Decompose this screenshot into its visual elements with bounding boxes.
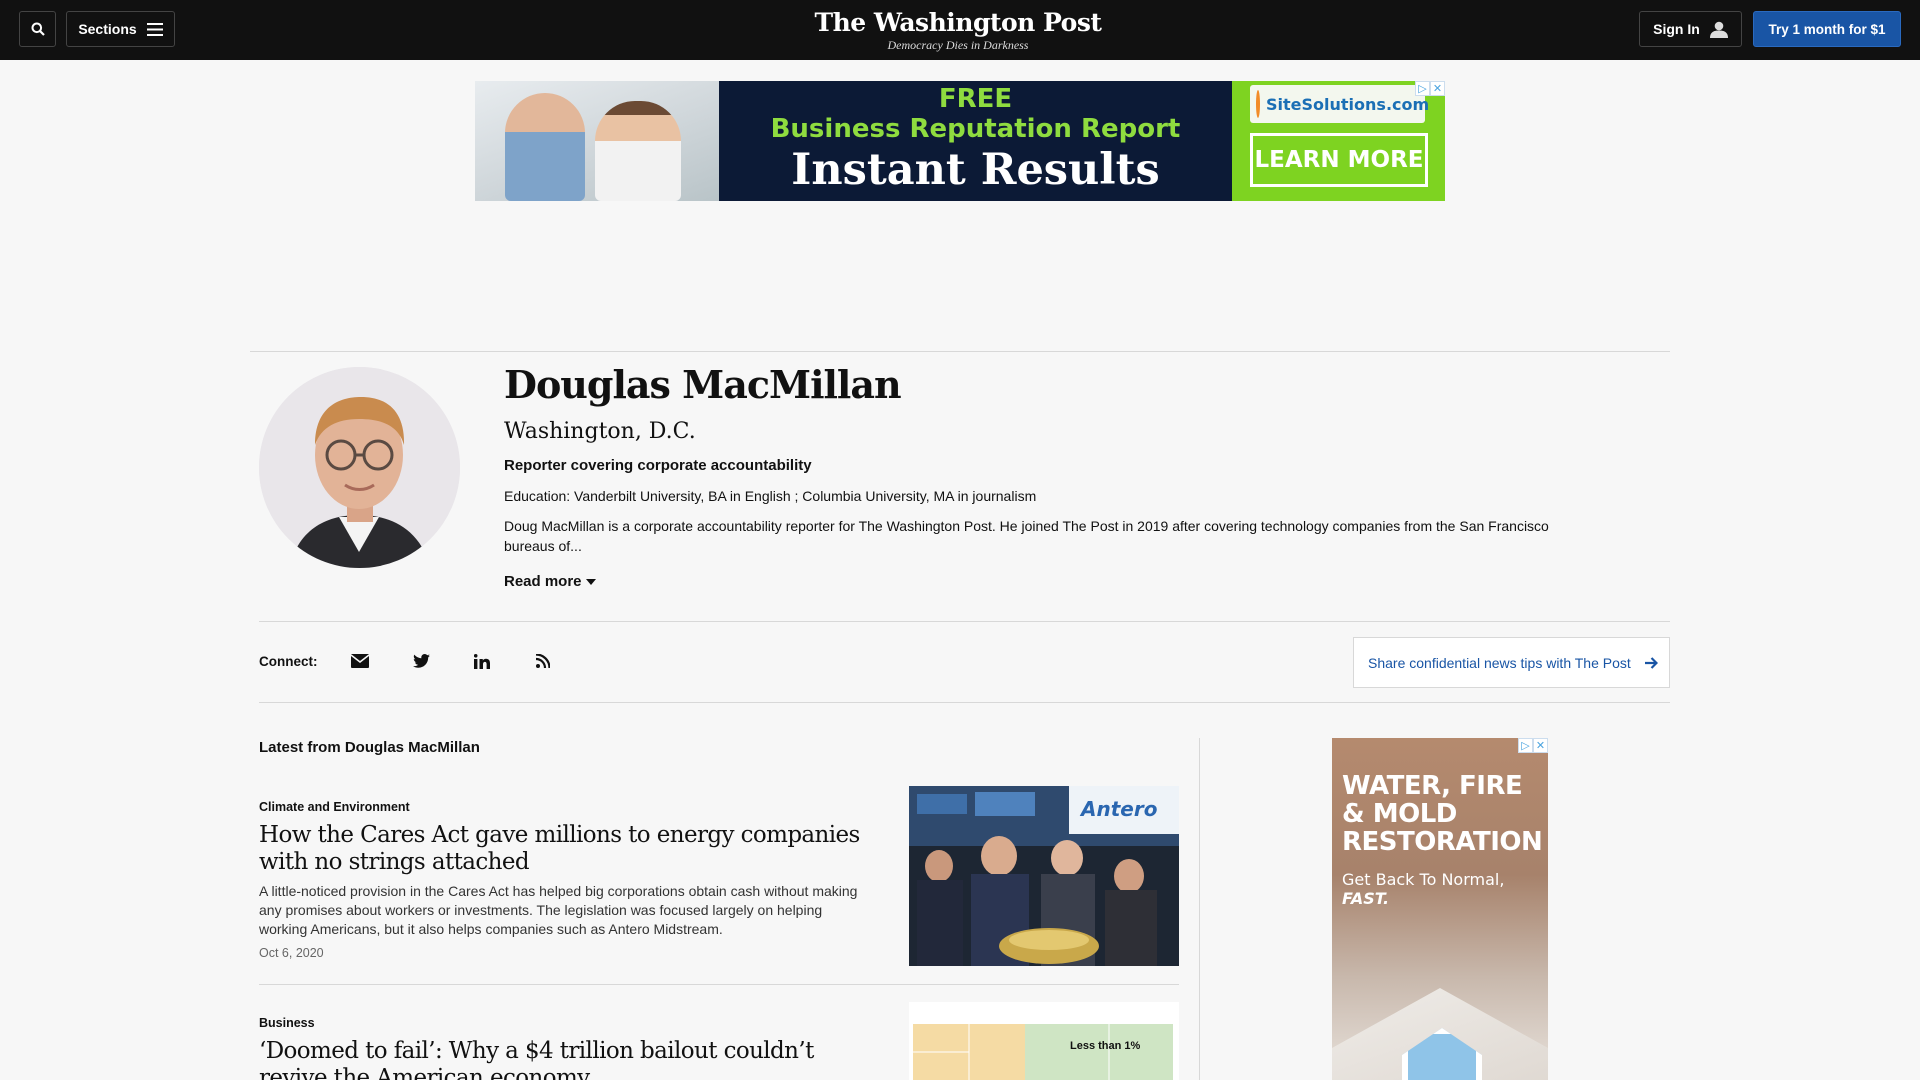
- masthead-logo[interactable]: The Washington Post Democracy Dies in Da…: [800, 8, 1116, 52]
- sidebar-ad-choices[interactable]: ▷ ✕: [1518, 738, 1548, 753]
- treemap-label: Less than 1%: [1070, 1040, 1141, 1052]
- ad-photo: [475, 81, 719, 201]
- masthead-tagline: Democracy Dies in Darkness: [887, 38, 1029, 52]
- connect-label: Connect:: [259, 654, 318, 669]
- article-date: Oct 6, 2020: [259, 946, 324, 960]
- ad-close-icon[interactable]: ✕: [1430, 81, 1445, 96]
- rss-icon[interactable]: [531, 650, 555, 672]
- author-location: Washington, D.C.: [504, 419, 696, 444]
- ad-logo: SiteSolutions.com: [1250, 85, 1429, 123]
- author-name: Douglas MacMillan: [504, 362, 902, 407]
- ad-choices[interactable]: ▷ ✕: [1415, 81, 1445, 96]
- sidebar-ad-subtitle: Get Back To Normal, FAST.: [1342, 870, 1548, 908]
- divider: [250, 351, 1670, 352]
- ad-learn-more-button[interactable]: LEARN MORE: [1250, 133, 1428, 187]
- top-banner-ad[interactable]: FREE Business Reputation Report Instant …: [475, 81, 1445, 201]
- subscribe-button[interactable]: Try 1 month for $1: [1753, 11, 1901, 47]
- ad-person-image: [595, 101, 681, 201]
- sections-menu-button[interactable]: Sections: [66, 11, 175, 47]
- hamburger-icon: [146, 22, 163, 36]
- twitter-icon[interactable]: [409, 650, 433, 672]
- author-avatar: [259, 367, 460, 568]
- ad-message: FREE Business Reputation Report Instant …: [719, 81, 1232, 201]
- adchoices-icon[interactable]: ▷: [1518, 738, 1533, 753]
- author-education: Education: Vanderbilt University, BA in …: [504, 488, 1037, 504]
- sidebar-ad-sub-text: Get Back To Normal,: [1342, 870, 1505, 889]
- ad-line-free: FREE: [938, 84, 1013, 114]
- sign-in-button[interactable]: Sign In: [1639, 11, 1742, 47]
- sign-in-label: Sign In: [1653, 21, 1700, 37]
- sidebar-ad[interactable]: WATER, FIRE & MOLD RESTORATION Get Back …: [1332, 738, 1548, 1080]
- divider: [259, 984, 1179, 985]
- ad-logo-text: SiteSolutions.com: [1266, 94, 1430, 114]
- author-bio: Doug MacMillan is a corporate accountabi…: [504, 518, 1549, 554]
- read-more-button[interactable]: Read more: [504, 572, 596, 592]
- author-role: Reporter covering corporate accountabili…: [504, 457, 812, 474]
- news-tips-link[interactable]: Share confidential news tips with The Po…: [1353, 637, 1670, 688]
- linkedin-icon[interactable]: [470, 650, 494, 672]
- column-divider: [1199, 738, 1200, 1080]
- article-kicker[interactable]: Climate and Environment: [259, 799, 410, 815]
- thumbnail-text: Antero: [1079, 797, 1158, 821]
- article-headline[interactable]: How the Cares Act gave millions to energ…: [259, 822, 869, 876]
- article-kicker[interactable]: Business: [259, 1015, 315, 1031]
- ad-line-report: Business Reputation Report: [770, 114, 1181, 144]
- arrow-right-icon: [1644, 656, 1658, 669]
- email-icon[interactable]: [348, 650, 372, 672]
- news-tips-label: Share confidential news tips with The Po…: [1368, 654, 1631, 671]
- read-more-label: Read more: [504, 573, 582, 590]
- ad-cta-panel: SiteSolutions.com LEARN MORE ▷ ✕: [1232, 81, 1445, 201]
- article-thumbnail[interactable]: Antero: [909, 786, 1179, 966]
- treemap-graphic: Less than 1%: [909, 1002, 1179, 1080]
- divider: [259, 702, 1670, 703]
- ad-close-icon[interactable]: ✕: [1533, 738, 1548, 753]
- author-portrait-image: [259, 367, 460, 568]
- caret-down-icon: [585, 579, 596, 585]
- article-headline[interactable]: ‘Doomed to fail’: Why a $4 trillion bail…: [259, 1038, 869, 1080]
- divider: [259, 621, 1670, 622]
- latest-heading: Latest from Douglas MacMillan: [259, 739, 480, 756]
- sections-label: Sections: [78, 21, 137, 37]
- sidebar-ad-sub-emphasis: FAST.: [1342, 889, 1390, 908]
- user-icon: [1709, 21, 1728, 38]
- search-button[interactable]: [19, 11, 56, 47]
- article-blurb: A little-noticed provision in the Cares …: [259, 883, 858, 937]
- stock-exchange-photo: Antero: [909, 786, 1179, 966]
- masthead-title: The Washington Post: [814, 8, 1102, 37]
- sidebar-ad-title: WATER, FIRE & MOLD RESTORATION: [1342, 771, 1543, 857]
- ad-line-instant: Instant Results: [791, 145, 1160, 195]
- adchoices-icon[interactable]: ▷: [1415, 81, 1430, 96]
- search-icon: [31, 22, 45, 36]
- ad-person-image: [505, 93, 585, 201]
- top-navigation-bar: Sections The Washington Post Democracy D…: [0, 0, 1920, 60]
- article-thumbnail[interactable]: Less than 1%: [909, 1002, 1179, 1080]
- globe-icon: [1256, 90, 1260, 118]
